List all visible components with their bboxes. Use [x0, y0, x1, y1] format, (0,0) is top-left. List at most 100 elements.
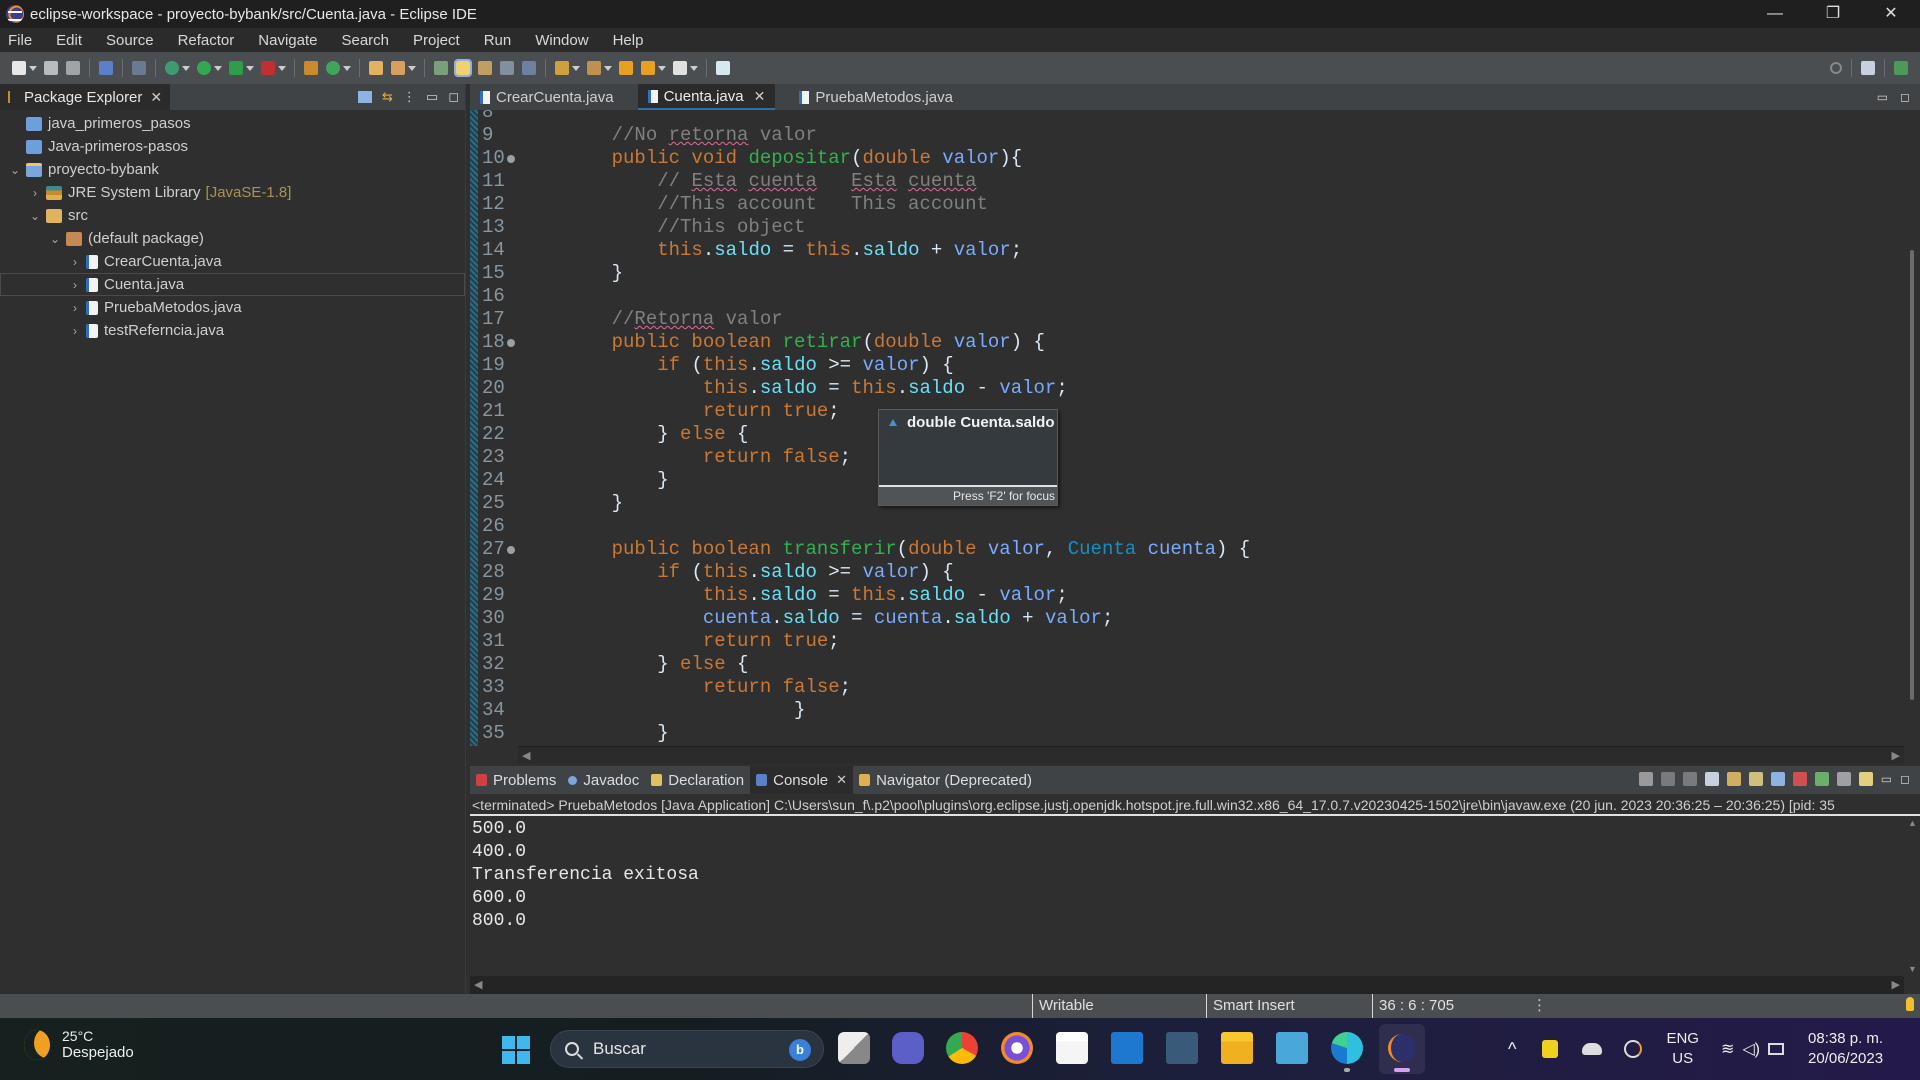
vpn-app-icon[interactable] — [1001, 1032, 1033, 1064]
tab-navigator[interactable]: Navigator (Deprecated) — [853, 766, 1038, 794]
menu-window[interactable]: Window — [535, 32, 588, 49]
start-button[interactable] — [502, 1036, 530, 1064]
tree-item[interactable]: › Cuenta.java — [0, 273, 465, 296]
tab-console[interactable]: Console ✕ — [750, 766, 854, 794]
menu-navigate[interactable]: Navigate — [258, 32, 317, 49]
code-line[interactable]: 12 //This account This account — [470, 193, 1904, 216]
clear-console-icon[interactable] — [1704, 772, 1719, 786]
sync-icon[interactable] — [1624, 1040, 1643, 1058]
forward-dropdown-icon[interactable] — [690, 65, 698, 71]
minimize-view-icon[interactable]: ▭ — [426, 89, 438, 105]
scrollbar-thumb[interactable] — [1910, 250, 1914, 700]
scroll-left-icon[interactable]: ◀ — [522, 749, 530, 762]
code-editor[interactable]: 89 //No retorna valor 10 public void depo… — [470, 110, 1904, 746]
last-edit-location-icon[interactable] — [619, 61, 633, 75]
word-wrap-icon[interactable] — [1748, 772, 1763, 786]
scroll-right-icon[interactable]: ▶ — [1892, 749, 1900, 762]
editor-horizontal-scrollbar[interactable]: ◀ ▶ — [518, 746, 1904, 764]
code-line[interactable]: 13 //This object — [470, 216, 1904, 239]
search-tool-icon[interactable] — [391, 61, 405, 75]
close-icon[interactable]: ✕ — [754, 88, 766, 105]
code-line[interactable]: 27 public boolean transferir(double valo… — [470, 538, 1904, 561]
display-console-icon[interactable] — [1836, 772, 1851, 786]
scroll-down-icon[interactable]: ▼ — [1908, 964, 1917, 974]
search-dropdown-icon[interactable] — [408, 65, 416, 71]
run-icon[interactable] — [197, 61, 211, 75]
minimize-view-icon[interactable]: ▭ — [1881, 772, 1892, 786]
menu-refactor[interactable]: Refactor — [178, 32, 235, 49]
console-vertical-scrollbar[interactable]: ▲ ▼ — [1904, 816, 1920, 976]
expand-chevron-icon[interactable]: ⌄ — [28, 209, 42, 223]
remove-all-terminated-icon[interactable] — [1682, 772, 1697, 786]
tree-item[interactable]: Java-primeros-pasos — [0, 135, 465, 158]
file-explorer-icon[interactable] — [1221, 1032, 1253, 1064]
back-icon[interactable] — [641, 61, 655, 75]
collapse-chevron-icon[interactable]: › — [28, 186, 42, 200]
tip-lightbulb-icon[interactable] — [1906, 997, 1914, 1011]
open-task-icon[interactable] — [434, 61, 448, 75]
open-console-icon[interactable] — [1858, 772, 1873, 786]
fold-toggle-icon[interactable] — [507, 546, 515, 554]
close-button[interactable]: ✕ — [1862, 0, 1920, 28]
java-perspective-icon[interactable] — [1894, 61, 1908, 75]
collapse-chevron-icon[interactable]: › — [68, 324, 82, 338]
close-icon[interactable]: ✕ — [836, 772, 847, 788]
menu-help[interactable]: Help — [613, 32, 644, 49]
editor-tab-pruebametodos[interactable]: PruebaMetodos.java — [789, 84, 963, 110]
maximize-editor-icon[interactable]: ◻ — [1900, 90, 1910, 104]
skip-breakpoints-icon[interactable] — [132, 61, 146, 75]
phone-link-icon[interactable] — [1111, 1032, 1143, 1064]
coverage-dropdown-icon[interactable] — [246, 65, 254, 71]
back-dropdown-icon[interactable] — [658, 65, 666, 71]
menu-run[interactable]: Run — [484, 32, 512, 49]
bing-icon[interactable]: b — [789, 1039, 811, 1061]
new-java-package-icon[interactable] — [304, 61, 318, 75]
code-line[interactable]: 25 } — [470, 492, 1904, 515]
remove-launch-icon[interactable] — [1660, 772, 1675, 786]
maximize-view-icon[interactable]: ◻ — [1900, 772, 1910, 786]
open-perspective-icon[interactable] — [1861, 61, 1875, 75]
code-line[interactable]: 15 } — [470, 262, 1904, 285]
code-line[interactable]: 30 cuenta.saldo = cuenta.saldo + valor; — [470, 607, 1904, 630]
save-all-icon[interactable] — [66, 61, 80, 75]
open-type-icon[interactable] — [369, 61, 383, 75]
minimize-button[interactable]: — — [1746, 0, 1804, 28]
close-icon[interactable]: ✕ — [150, 89, 162, 106]
previous-annotation-icon[interactable] — [587, 61, 601, 75]
status-cursor-position[interactable]: 36 : 6 : 705 — [1372, 994, 1454, 1018]
next-annotation-icon[interactable] — [555, 61, 569, 75]
menu-edit[interactable]: Edit — [56, 32, 82, 49]
onedrive-icon[interactable] — [1582, 1043, 1603, 1055]
code-line[interactable]: 34 } — [470, 699, 1904, 722]
code-line[interactable]: 9 //No retorna valor — [470, 124, 1904, 147]
notepad-icon[interactable] — [1276, 1032, 1308, 1064]
code-line[interactable]: 10 public void depositar(double valor){ — [470, 147, 1904, 170]
code-line[interactable]: 31 return true; — [470, 630, 1904, 653]
restore-button[interactable]: ❐ — [1804, 0, 1862, 28]
expand-chevron-icon[interactable]: ⌄ — [48, 232, 62, 246]
previous-annotation-dropdown-icon[interactable] — [604, 65, 612, 71]
code-line[interactable]: 35 } — [470, 722, 1904, 745]
editor-vertical-scrollbar[interactable] — [1904, 110, 1920, 746]
run-dropdown-icon[interactable] — [214, 65, 222, 71]
tab-problems[interactable]: Problems — [470, 766, 562, 794]
tree-item[interactable]: ⌄ src — [0, 204, 465, 227]
status-insert-mode[interactable]: Smart Insert — [1206, 994, 1295, 1018]
microsoft-store-icon[interactable] — [1056, 1032, 1088, 1064]
tree-item[interactable]: java_primeros_pasos — [0, 112, 465, 135]
editor-tab-cuenta[interactable]: Cuenta.java ✕ — [637, 84, 776, 110]
code-line[interactable]: 32 } else { — [470, 653, 1904, 676]
tab-javadoc[interactable]: Javadoc — [562, 766, 645, 794]
code-line[interactable]: 16 — [470, 285, 1904, 308]
code-line[interactable]: 8 — [470, 110, 1904, 124]
collapse-chevron-icon[interactable]: › — [68, 301, 82, 315]
maximize-view-icon[interactable]: ◻ — [448, 89, 459, 105]
expand-chevron-icon[interactable]: ⌄ — [8, 163, 22, 177]
external-tools-dropdown-icon[interactable] — [278, 65, 286, 71]
code-line[interactable]: 18 public boolean retirar(double valor) … — [470, 331, 1904, 354]
edge-icon[interactable] — [1331, 1032, 1363, 1072]
forward-icon[interactable] — [673, 61, 687, 75]
new-dropdown-icon[interactable] — [29, 65, 37, 71]
tree-item[interactable]: › PruebaMetodos.java — [0, 296, 465, 319]
code-line[interactable]: 22 } else { — [470, 423, 1904, 446]
